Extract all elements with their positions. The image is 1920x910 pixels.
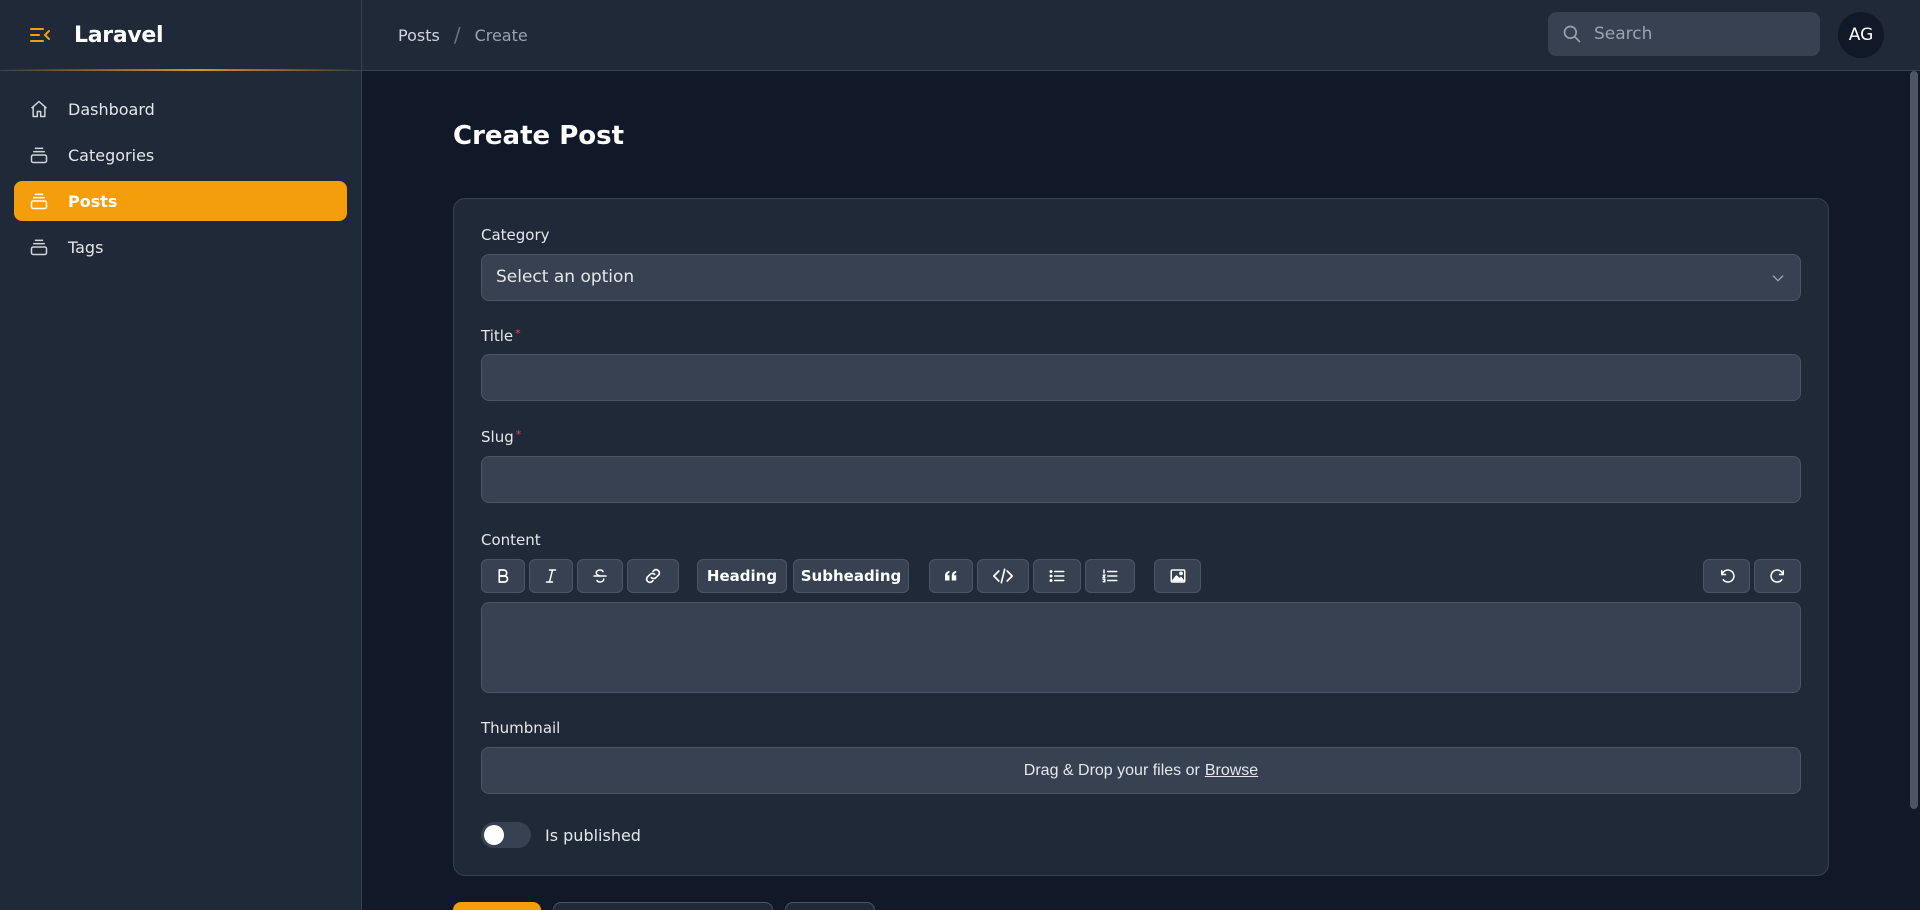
category-select[interactable]: Select an option: [481, 254, 1801, 301]
italic-button[interactable]: [529, 559, 573, 593]
redo-icon: [1769, 569, 1784, 583]
undo-button[interactable]: [1703, 559, 1750, 593]
search-icon: [1563, 25, 1581, 43]
is-published-label: Is published: [545, 825, 641, 845]
user-avatar[interactable]: AG: [1838, 12, 1884, 58]
bullet-list-icon: [1049, 570, 1065, 582]
collapse-sidebar-button[interactable]: [28, 23, 52, 47]
required-mark: *: [515, 428, 522, 441]
global-search: [1548, 12, 1820, 56]
category-label-text: Category: [481, 226, 550, 244]
breadcrumb-current: Create: [474, 25, 528, 45]
link-icon: [645, 568, 661, 584]
home-icon: [28, 98, 50, 120]
slug-label-text: Slug: [481, 428, 514, 446]
dropzone-text: Drag & Drop your files or: [1023, 761, 1200, 779]
undo-icon: [1720, 569, 1735, 583]
image-icon: [1170, 569, 1185, 583]
cancel-button[interactable]: [785, 902, 875, 910]
content-label: Content: [481, 531, 541, 549]
editor-toolbar: Heading Subheading: [481, 559, 1801, 593]
sidebar-item-posts[interactable]: Posts: [14, 181, 347, 221]
sidebar: Laravel Dashboard Categories Posts Tags: [0, 0, 362, 910]
ordered-list-icon: [1101, 569, 1118, 583]
toggle-knob: [484, 825, 504, 845]
main-content: Create Post Category Select an option Ti…: [362, 71, 1920, 910]
stack-icon: [28, 236, 50, 258]
breadcrumb-posts-link[interactable]: Posts: [398, 26, 440, 45]
link-button[interactable]: [627, 559, 679, 593]
code-icon: [992, 568, 1013, 584]
insert-image-button[interactable]: [1154, 559, 1201, 593]
app-root: Laravel Dashboard Categories Posts Tags …: [0, 0, 1920, 910]
ordered-list-button[interactable]: [1085, 559, 1135, 593]
sidebar-nav: Dashboard Categories Posts Tags: [0, 71, 361, 285]
thumbnail-label: Thumbnail: [481, 719, 560, 737]
required-mark: *: [515, 327, 521, 340]
stack-icon: [28, 144, 50, 166]
thumbnail-dropzone[interactable]: Drag & Drop your files or Browse: [481, 747, 1801, 794]
heading-button[interactable]: Heading: [697, 559, 787, 593]
is-published-toggle[interactable]: [481, 822, 531, 848]
bold-button[interactable]: [481, 559, 525, 593]
subheading-button[interactable]: Subheading: [793, 559, 909, 593]
title-label-text: Title: [481, 327, 514, 345]
page-title: Create Post: [453, 121, 625, 151]
content-editor[interactable]: [481, 602, 1801, 693]
sidebar-item-label: Tags: [68, 237, 104, 257]
topbar: Posts / Create AG: [362, 0, 1920, 71]
brand-header: Laravel: [0, 0, 361, 71]
title-label: Title *: [481, 327, 521, 345]
slug-field-box: [481, 456, 1801, 503]
sidebar-item-label: Categories: [68, 145, 155, 165]
strikethrough-icon: [593, 569, 607, 583]
italic-icon: [545, 569, 557, 583]
title-field-box: [481, 354, 1801, 401]
breadcrumb-separator: /: [453, 23, 461, 47]
strikethrough-button[interactable]: [577, 559, 623, 593]
title-input[interactable]: [482, 355, 1800, 400]
chevron-down-icon: [1772, 275, 1784, 282]
menu-collapse-icon: [30, 28, 50, 42]
published-toggle-row: Is published: [481, 822, 641, 848]
form-actions: [453, 902, 875, 910]
blockquote-button[interactable]: [929, 559, 973, 593]
sidebar-item-categories[interactable]: Categories: [14, 135, 347, 175]
sidebar-item-dashboard[interactable]: Dashboard: [14, 89, 347, 129]
create-post-form: Category Select an option Title* Slug*: [453, 198, 1829, 876]
content-label-text: Content: [481, 531, 541, 549]
quote-icon: [945, 570, 957, 581]
slug-input[interactable]: [482, 457, 1800, 502]
brand-name: Laravel: [74, 22, 164, 48]
search-input[interactable]: [1594, 24, 1794, 44]
code-block-button[interactable]: [977, 559, 1029, 593]
thumbnail-label-text: Thumbnail: [481, 719, 561, 737]
create-another-button[interactable]: [553, 902, 773, 910]
sidebar-item-tags[interactable]: Tags: [14, 227, 347, 267]
stack-icon: [28, 190, 50, 212]
browse-link[interactable]: Browse: [1205, 762, 1258, 780]
create-button[interactable]: [453, 902, 541, 910]
category-select-value: Select an option: [496, 267, 635, 287]
redo-button[interactable]: [1754, 559, 1801, 593]
slug-label: Slug *: [481, 428, 521, 446]
bullet-list-button[interactable]: [1033, 559, 1081, 593]
category-label: Category: [481, 226, 550, 244]
breadcrumb: Posts / Create: [362, 23, 528, 47]
page-scrollbar[interactable]: [1910, 71, 1918, 809]
sidebar-item-label: Posts: [68, 191, 118, 211]
sidebar-item-label: Dashboard: [68, 99, 155, 119]
bold-icon: [498, 569, 509, 583]
